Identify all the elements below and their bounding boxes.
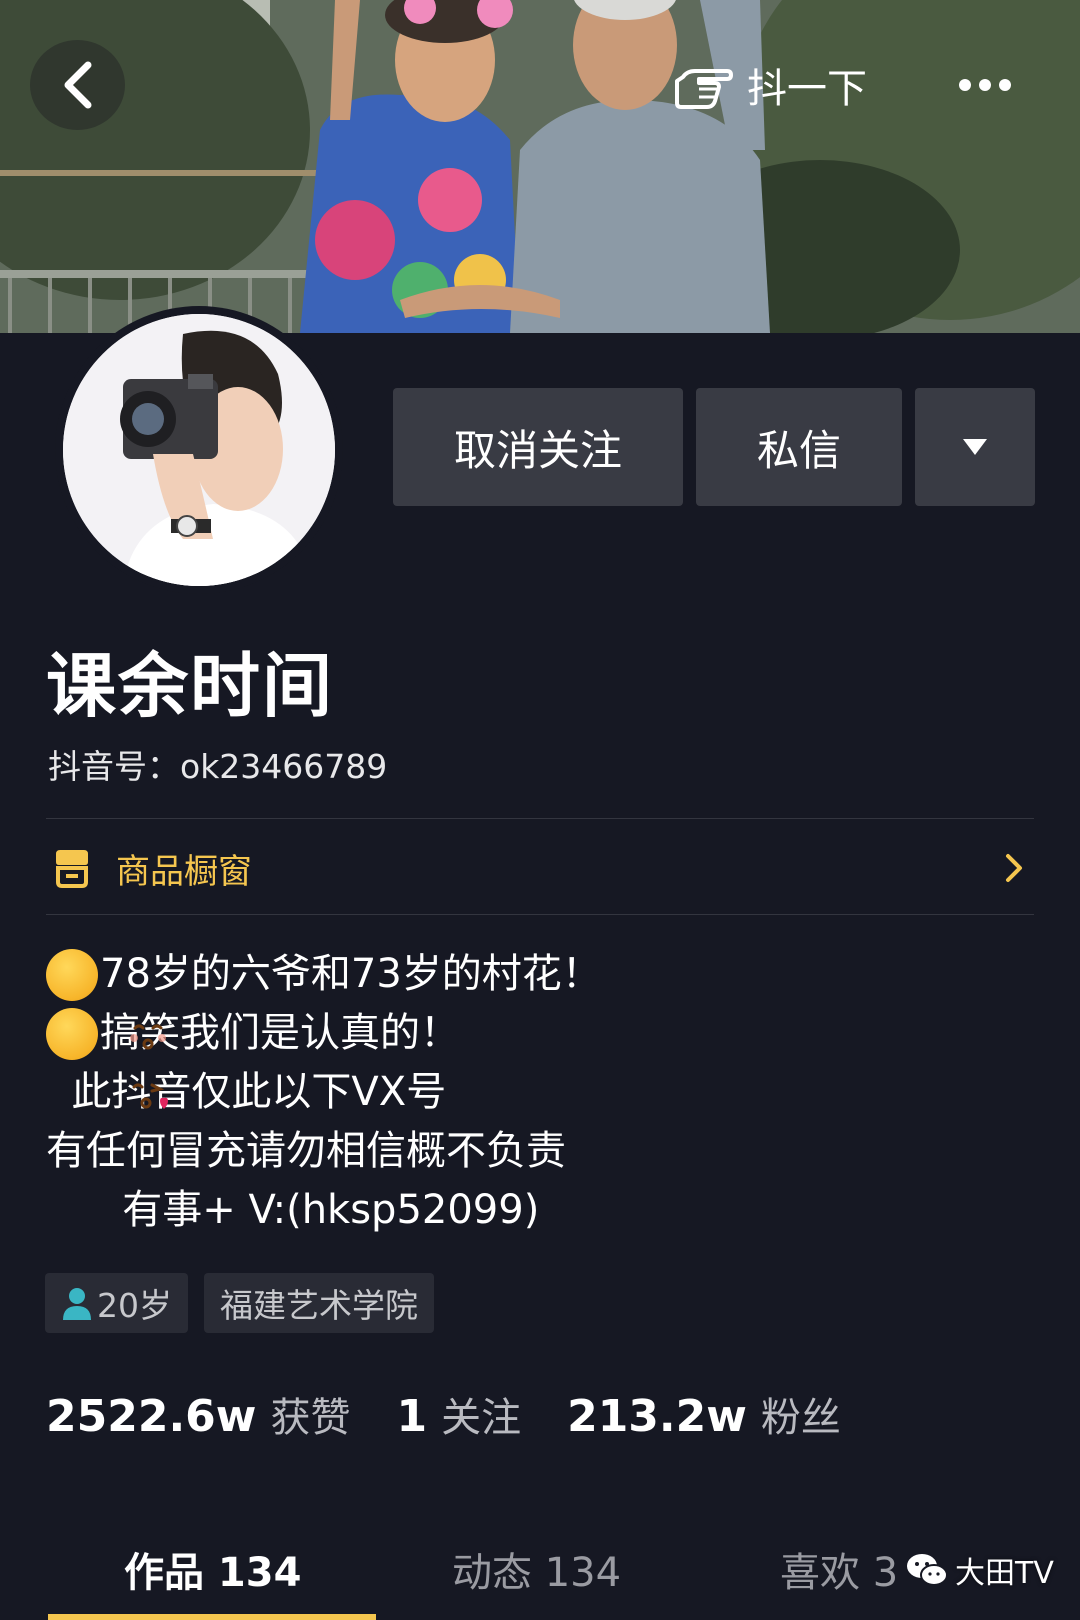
following-label: 关注 <box>441 1395 522 1441</box>
wechat-icon <box>907 1554 948 1586</box>
followers-label: 粉丝 <box>760 1395 841 1441</box>
person-icon <box>63 1288 91 1320</box>
likes-label: 获赞 <box>270 1395 351 1441</box>
bio-text-3: 此抖音仅此以下VX号 <box>46 1069 447 1115</box>
age-label: 20岁 <box>97 1286 172 1325</box>
shake-label: 抖一下 <box>747 66 867 112</box>
unfollow-button[interactable]: 取消关注 <box>393 388 683 506</box>
nickname: 课余时间 <box>46 645 334 727</box>
more-options-button[interactable] <box>940 40 1030 130</box>
likes-stat: 2522.6w 获赞 <box>46 1385 350 1443</box>
following-count: 1 <box>396 1391 428 1442</box>
stats-row: 2522.6w 获赞 1 关注 213.2w 粉丝 <box>46 1385 887 1443</box>
shop-window-label: 商品橱窗 <box>116 851 252 892</box>
message-button[interactable]: 私信 <box>696 388 902 506</box>
caret-down-icon <box>963 439 987 455</box>
avatar-photo <box>63 314 335 586</box>
followers-stat[interactable]: 213.2w 粉丝 <box>567 1385 841 1443</box>
shop-icon <box>56 850 88 888</box>
tab-works[interactable]: 作品 134 <box>124 1540 301 1598</box>
bio-text-4: 有任何冒充请勿相信概不负责 <box>46 1128 566 1174</box>
tab-indicator <box>48 1614 376 1620</box>
shop-window-row[interactable]: 商品橱窗 <box>46 820 1034 916</box>
chevron-right-icon <box>1006 854 1022 882</box>
cover-scene <box>0 0 1080 333</box>
bio-text-1: 78岁的六爷和73岁的村花！ <box>100 951 602 997</box>
following-stat[interactable]: 1 关注 <box>396 1385 521 1443</box>
tab-likes[interactable]: 喜欢 3 <box>780 1540 898 1598</box>
douyin-id: 抖音号：ok23466789 <box>48 747 388 786</box>
watermark: 大田TV <box>905 1548 1054 1592</box>
age-tag: 20岁 <box>45 1273 188 1333</box>
followers-count: 213.2w <box>567 1391 747 1442</box>
divider <box>46 818 1034 819</box>
back-button[interactable] <box>30 40 125 130</box>
pointing-hand-icon <box>675 69 733 109</box>
chevron-left-icon <box>64 61 91 109</box>
bio-line: 搞笑我们是认真的！ <box>46 1004 1026 1109</box>
kissing-face-icon <box>46 948 167 1049</box>
tab-dynamics[interactable]: 动态 134 <box>452 1540 621 1598</box>
cover-photo: 抖一下 <box>0 0 1080 333</box>
ellipsis-icon <box>959 79 1011 91</box>
bio-line: 78岁的六爷和73岁的村花！ <box>46 945 1026 1049</box>
divider <box>46 914 1034 915</box>
school-tag: 福建艺术学院 <box>204 1273 434 1333</box>
bio-text-5: 有事+ V:(hksp52099) <box>46 1187 540 1233</box>
more-actions-button[interactable] <box>915 388 1035 506</box>
face-blowing-kiss-icon <box>46 1007 169 1109</box>
avatar[interactable] <box>63 314 335 586</box>
shake-button[interactable]: 抖一下 <box>655 40 885 130</box>
watermark-text: 大田TV <box>955 1556 1054 1591</box>
likes-count: 2522.6w <box>46 1391 257 1442</box>
bio: 78岁的六爷和73岁的村花！ 搞笑我们是认真的！ 此抖音仅此以下VX号 有任何冒… <box>46 945 1026 1240</box>
